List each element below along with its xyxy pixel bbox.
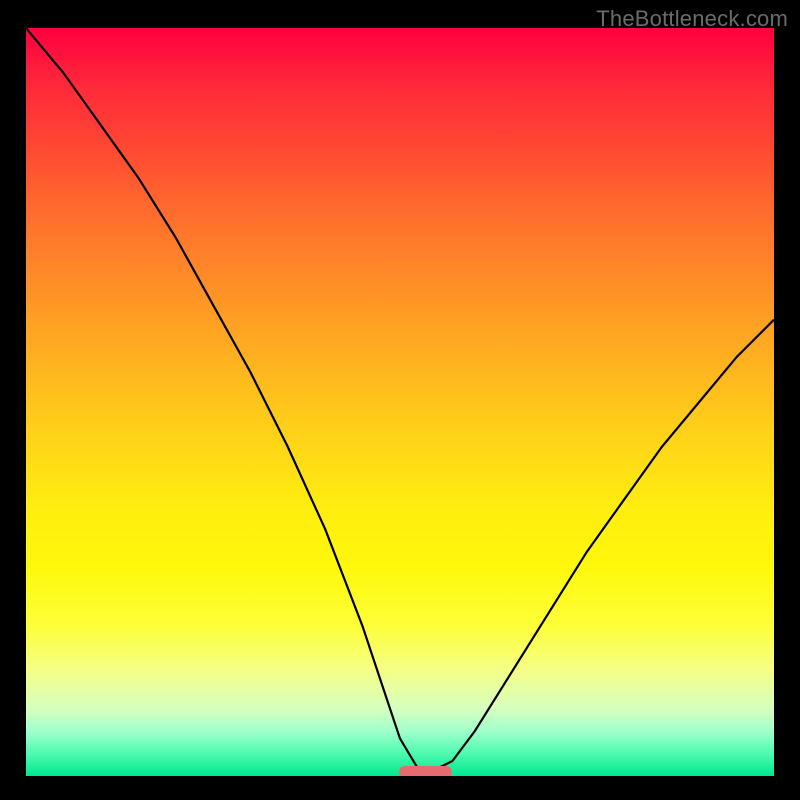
- chart-frame: TheBottleneck.com: [0, 0, 800, 800]
- bottleneck-curve: [26, 28, 774, 776]
- optimal-range-marker: [399, 766, 453, 777]
- plot-area: [26, 28, 774, 776]
- watermark-text: TheBottleneck.com: [596, 6, 788, 32]
- curve-line: [26, 28, 774, 776]
